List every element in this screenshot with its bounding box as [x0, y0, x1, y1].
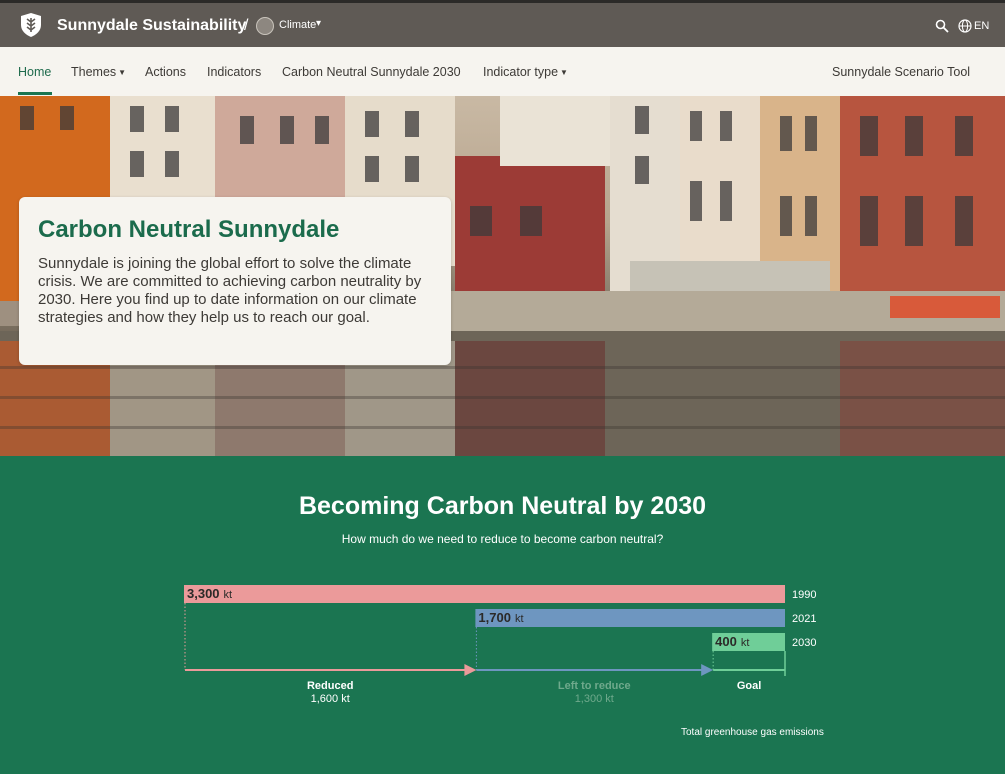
- nav-item-indicators[interactable]: Indicators: [207, 65, 261, 79]
- nav-item-actions[interactable]: Actions: [145, 65, 186, 79]
- caret-down-icon: ▼: [560, 68, 568, 77]
- bar-1990: [184, 585, 785, 603]
- nav-active-indicator: [18, 92, 52, 95]
- hero-title: Carbon Neutral Sunnydale: [38, 216, 340, 243]
- bar-unit-label: kt: [515, 613, 524, 625]
- segment-label-1: Left to reduce: [558, 680, 631, 692]
- plan-selector[interactable]: Climate: [279, 19, 316, 31]
- bar-value-label-2021: 1,700 kt: [478, 610, 523, 625]
- nav-item-indicator-type[interactable]: Indicator type ▼: [483, 65, 568, 79]
- bar-value-label-2030: 400 kt: [715, 634, 749, 649]
- section-subtitle: How much do we need to reduce to become …: [341, 532, 664, 546]
- segment-arrow-head-1: [701, 664, 714, 676]
- leaf-shield-icon[interactable]: [20, 12, 42, 38]
- bar-unit-label: kt: [741, 637, 750, 649]
- hero-text: Sunnydale is joining the global effort t…: [38, 255, 422, 326]
- bar-year-label-1990: 1990: [792, 589, 816, 601]
- segment-value-1: 1,300 kt: [575, 693, 614, 705]
- segment-arrow-head-0: [464, 664, 477, 676]
- search-icon[interactable]: [935, 19, 949, 33]
- globe-icon[interactable]: [958, 19, 972, 33]
- nav-item-carbon-neutral[interactable]: Carbon Neutral Sunnydale 2030: [282, 65, 461, 79]
- site-title[interactable]: Sunnydale Sustainability: [57, 17, 246, 35]
- bar-year-label-2021: 2021: [792, 613, 816, 625]
- nav-item-home[interactable]: Home: [18, 65, 51, 79]
- segment-label-2: Goal: [737, 680, 761, 692]
- breadcrumb-separator: /: [244, 17, 249, 34]
- main-nav: Home Themes ▼ Actions Indicators Carbon N…: [0, 47, 1005, 96]
- section-title: Becoming Carbon Neutral by 2030: [298, 492, 707, 520]
- segment-label-0: Reduced: [307, 680, 353, 692]
- nav-item-label: Indicator type: [483, 65, 559, 79]
- plan-logo-icon: [256, 17, 274, 35]
- chart-caption: Total greenhouse gas emissions: [681, 727, 824, 738]
- nav-item-scenario-tool[interactable]: Sunnydale Scenario Tool: [832, 65, 970, 79]
- hero-card: Carbon Neutral Sunnydale Sunnydale is jo…: [19, 197, 451, 365]
- emissions-chart: 3,300 kt 19901,700 kt 2021400 kt 2030Reduced1,…: [184, 585, 816, 705]
- bar-value-label-1990: 3,300 kt: [187, 586, 232, 601]
- nav-item-themes[interactable]: Themes ▼: [71, 65, 126, 79]
- chevron-down-icon[interactable]: ▾: [316, 18, 321, 29]
- bar-year-label-2030: 2030: [792, 637, 816, 649]
- hero-image: Carbon Neutral Sunnydale Sunnydale is jo…: [0, 96, 1005, 456]
- nav-item-label: Themes: [71, 65, 117, 79]
- language-selector[interactable]: EN: [974, 20, 989, 32]
- segment-value-0: 1,600 kt: [311, 693, 350, 705]
- bar-unit-label: kt: [224, 589, 233, 601]
- top-bar: Sunnydale Sustainability / Climate ▾ EN: [0, 0, 1005, 47]
- caret-down-icon: ▼: [118, 68, 127, 77]
